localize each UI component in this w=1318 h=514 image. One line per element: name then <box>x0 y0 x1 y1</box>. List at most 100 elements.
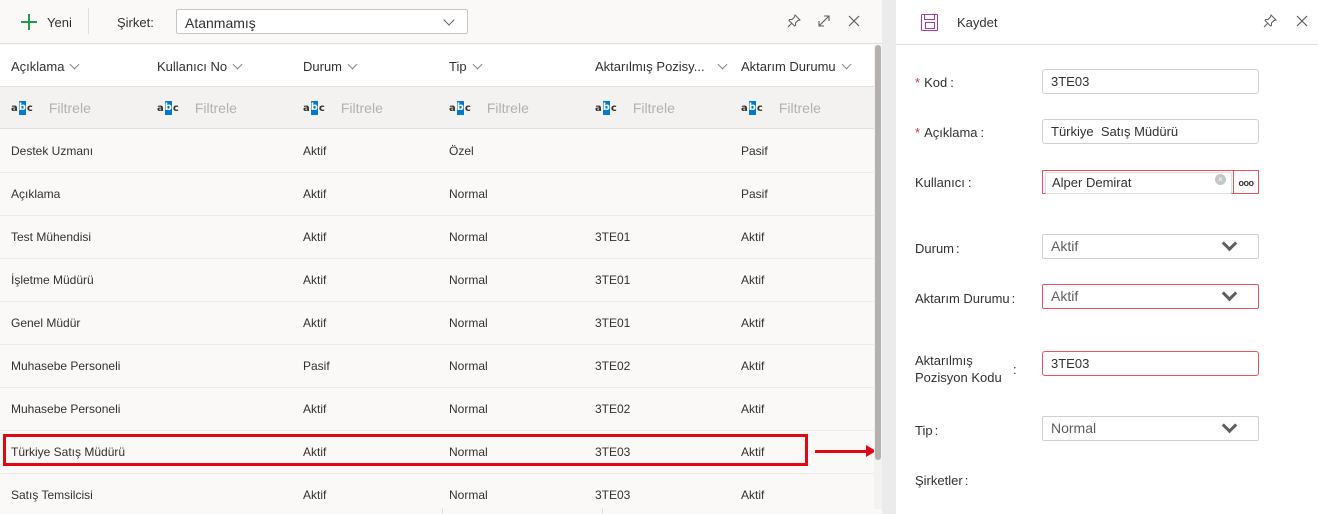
chevron-down-icon <box>1221 235 1238 252</box>
table-row[interactable]: Muhasebe Personeli Aktif Normal 3TE02 Aktif <box>0 388 874 431</box>
detail-panel: Kaydet *Kod: *Açıklama: Kullanıcı: Alper… <box>896 0 1318 514</box>
cell-durum: Aktif <box>303 144 327 158</box>
filter-input-aktarilmis-pozisyon[interactable] <box>632 100 723 116</box>
company-label: Şirket: <box>117 15 154 30</box>
table-row[interactable]: Genel Müdür Aktif Normal 3TE01 Aktif <box>0 302 874 345</box>
filter-input-durum[interactable] <box>340 100 431 116</box>
grid-vertical-scrollbar[interactable] <box>874 45 882 509</box>
filter-cell: abc <box>303 87 431 129</box>
save-icon <box>921 14 938 31</box>
cell-aktarim: Aktif <box>741 445 765 459</box>
table-row[interactable]: Destek Uzmanı Aktif Özel Pasif <box>0 130 874 173</box>
column-header-aktarim-durumu[interactable]: Aktarım Durumu <box>741 45 852 87</box>
abc-text-filter-icon: abc <box>303 101 325 115</box>
sirketler-label: Şirketler: <box>915 472 968 489</box>
chevron-down-icon <box>232 59 243 69</box>
expand-icon[interactable] <box>816 13 832 29</box>
list-toolbar: Yeni Şirket: Atanmamış <box>0 0 882 44</box>
table-row-selected[interactable]: Türkiye Satış Müdürü Aktif Normal 3TE03 Akti… <box>0 431 874 474</box>
column-header-aktarilmis-pozisyon[interactable]: Aktarılmış Pozisy... <box>595 45 728 87</box>
cell-durum: Aktif <box>303 402 327 416</box>
aktarim-durumu-label: Aktarım Durumu: <box>915 290 1015 307</box>
cell-durum: Aktif <box>303 316 327 330</box>
label-text: Açıklama <box>924 125 978 140</box>
close-icon[interactable] <box>1294 13 1310 29</box>
column-header-label: Tip <box>449 58 467 74</box>
arrow-right-icon <box>815 445 876 457</box>
save-button[interactable]: Kaydet <box>921 14 997 31</box>
new-button[interactable]: Yeni <box>20 10 72 34</box>
colon: : <box>967 175 972 190</box>
cell-durum: Aktif <box>303 230 327 244</box>
cell-aktarilmis: 3TE01 <box>595 230 631 244</box>
filter-input-tip[interactable] <box>486 100 577 116</box>
table-row[interactable]: Açıklama Aktif Normal Pasif <box>0 173 874 216</box>
cell-durum: Aktif <box>303 273 327 287</box>
durum-select[interactable]: Aktif <box>1042 234 1259 259</box>
column-header-aciklama[interactable]: Açıklama <box>11 45 80 87</box>
label-text-line2: Pozisyon Kodu <box>915 370 1002 385</box>
cell-aktarim: Aktif <box>741 316 765 330</box>
aktarilmis-kod-input[interactable] <box>1042 351 1259 376</box>
divider <box>442 508 443 514</box>
table-row[interactable]: İşletme Müdürü Aktif Normal 3TE01 Aktif <box>0 259 874 302</box>
aktarim-durumu-select-value: Aktif <box>1051 288 1079 304</box>
column-header-label: Aktarım Durumu <box>741 58 836 74</box>
aktarilmis-kod-label: Aktarılmış Pozisyon Kodu <box>915 352 1002 386</box>
cell-aciklama: Test Mühendisi <box>11 230 92 244</box>
filter-input-kullanici-no[interactable] <box>194 100 285 116</box>
kod-label: * Kod: <box>915 74 954 91</box>
clear-icon[interactable]: × <box>1215 174 1226 185</box>
panel-splitter[interactable] <box>882 0 896 514</box>
table-row[interactable]: Test Mühendisi Aktif Normal 3TE01 Aktif <box>0 216 874 259</box>
cell-aktarim: Aktif <box>741 359 765 373</box>
filter-cell: abc <box>11 87 139 129</box>
cell-tip: Normal <box>449 359 488 373</box>
pin-icon[interactable] <box>786 13 802 29</box>
cell-tip: Özel <box>449 144 474 158</box>
cell-tip: Normal <box>449 187 488 201</box>
kullanici-input[interactable]: Alper Demirat <box>1045 172 1232 194</box>
colon: : <box>980 125 985 140</box>
column-header-tip[interactable]: Tip <box>449 45 483 87</box>
cell-tip: Normal <box>449 402 488 416</box>
grid-body: Destek Uzmanı Aktif Özel Pasif Açıklama Aktif… <box>0 130 874 514</box>
detail-toolbar: Kaydet <box>896 0 1318 45</box>
aciklama-input[interactable] <box>1042 119 1259 144</box>
new-button-label: Yeni <box>47 14 72 30</box>
column-header-kullanici-no[interactable]: Kullanıcı No <box>157 45 243 87</box>
close-icon[interactable] <box>846 13 862 29</box>
colon: : <box>1011 291 1016 306</box>
cell-aktarim: Aktif <box>741 230 765 244</box>
scrollbar-thumb[interactable] <box>875 45 881 460</box>
required-mark: * <box>915 125 921 140</box>
grid-header-row: Açıklama Kullanıcı No Durum Tip Aktarılm… <box>0 45 874 87</box>
column-header-label: Durum <box>303 58 343 74</box>
kullanici-label: Kullanıcı: <box>915 174 972 191</box>
company-select[interactable]: Atanmamış <box>176 9 468 34</box>
filter-input-aktarim-durumu[interactable] <box>778 100 869 116</box>
grid-footer-strip <box>0 508 874 514</box>
cell-durum: Aktif <box>303 445 327 459</box>
cell-aktarilmis: 3TE02 <box>595 359 631 373</box>
abc-text-filter-icon: abc <box>741 101 763 115</box>
tip-select[interactable]: Normal <box>1042 416 1259 441</box>
label-text: Aktarım Durumu <box>915 291 1010 306</box>
more-options-button[interactable]: ooo <box>1233 170 1259 194</box>
tip-label: Tip: <box>915 422 938 439</box>
column-header-durum[interactable]: Durum <box>303 45 358 87</box>
cell-tip: Normal <box>449 273 488 287</box>
cell-aktarilmis: 3TE03 <box>595 445 631 459</box>
filter-cell: abc <box>595 87 723 129</box>
colon: : <box>956 241 960 256</box>
filter-input-aciklama[interactable] <box>48 100 139 116</box>
cell-aktarilmis: 3TE02 <box>595 402 631 416</box>
kod-input[interactable] <box>1042 69 1259 94</box>
cell-aciklama: Türkiye Satış Müdürü <box>11 445 126 459</box>
cell-aktarim: Pasif <box>741 187 768 201</box>
aktarim-durumu-select[interactable]: Aktif <box>1042 284 1259 309</box>
column-header-label: Aktarılmış Pozisy... <box>595 58 705 74</box>
chevron-down-icon <box>347 59 358 69</box>
pin-icon[interactable] <box>1262 13 1278 29</box>
table-row[interactable]: Muhasebe Personeli Pasif Normal 3TE02 Aktif <box>0 345 874 388</box>
